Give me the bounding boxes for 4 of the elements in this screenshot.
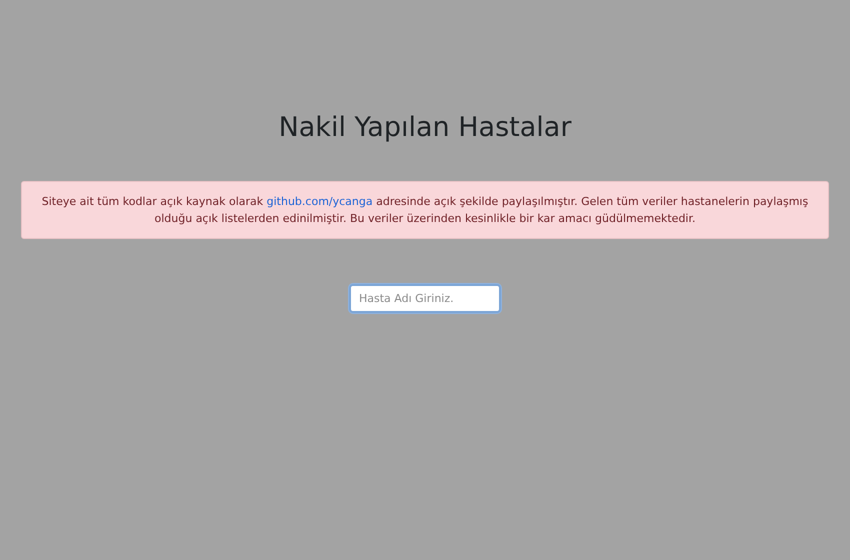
github-link[interactable]: github.com/ycanga: [266, 195, 373, 208]
page-title: Nakil Yapılan Hastalar: [278, 112, 572, 143]
notice-alert: Siteye ait tüm kodlar açık kaynak olarak github.com/ycanga adresinde açık şekilde paylaşılmıştır. Gelen tüm veriler hastanelerin paylaşmış olduğu açık listelerden edinilmiştir. Bu veriler üzerinden kesinlikle bir kar amacı güdülmemektedir.: [21, 181, 829, 239]
search-field[interactable]: Hasta Adı Giriniz.: [349, 284, 501, 313]
